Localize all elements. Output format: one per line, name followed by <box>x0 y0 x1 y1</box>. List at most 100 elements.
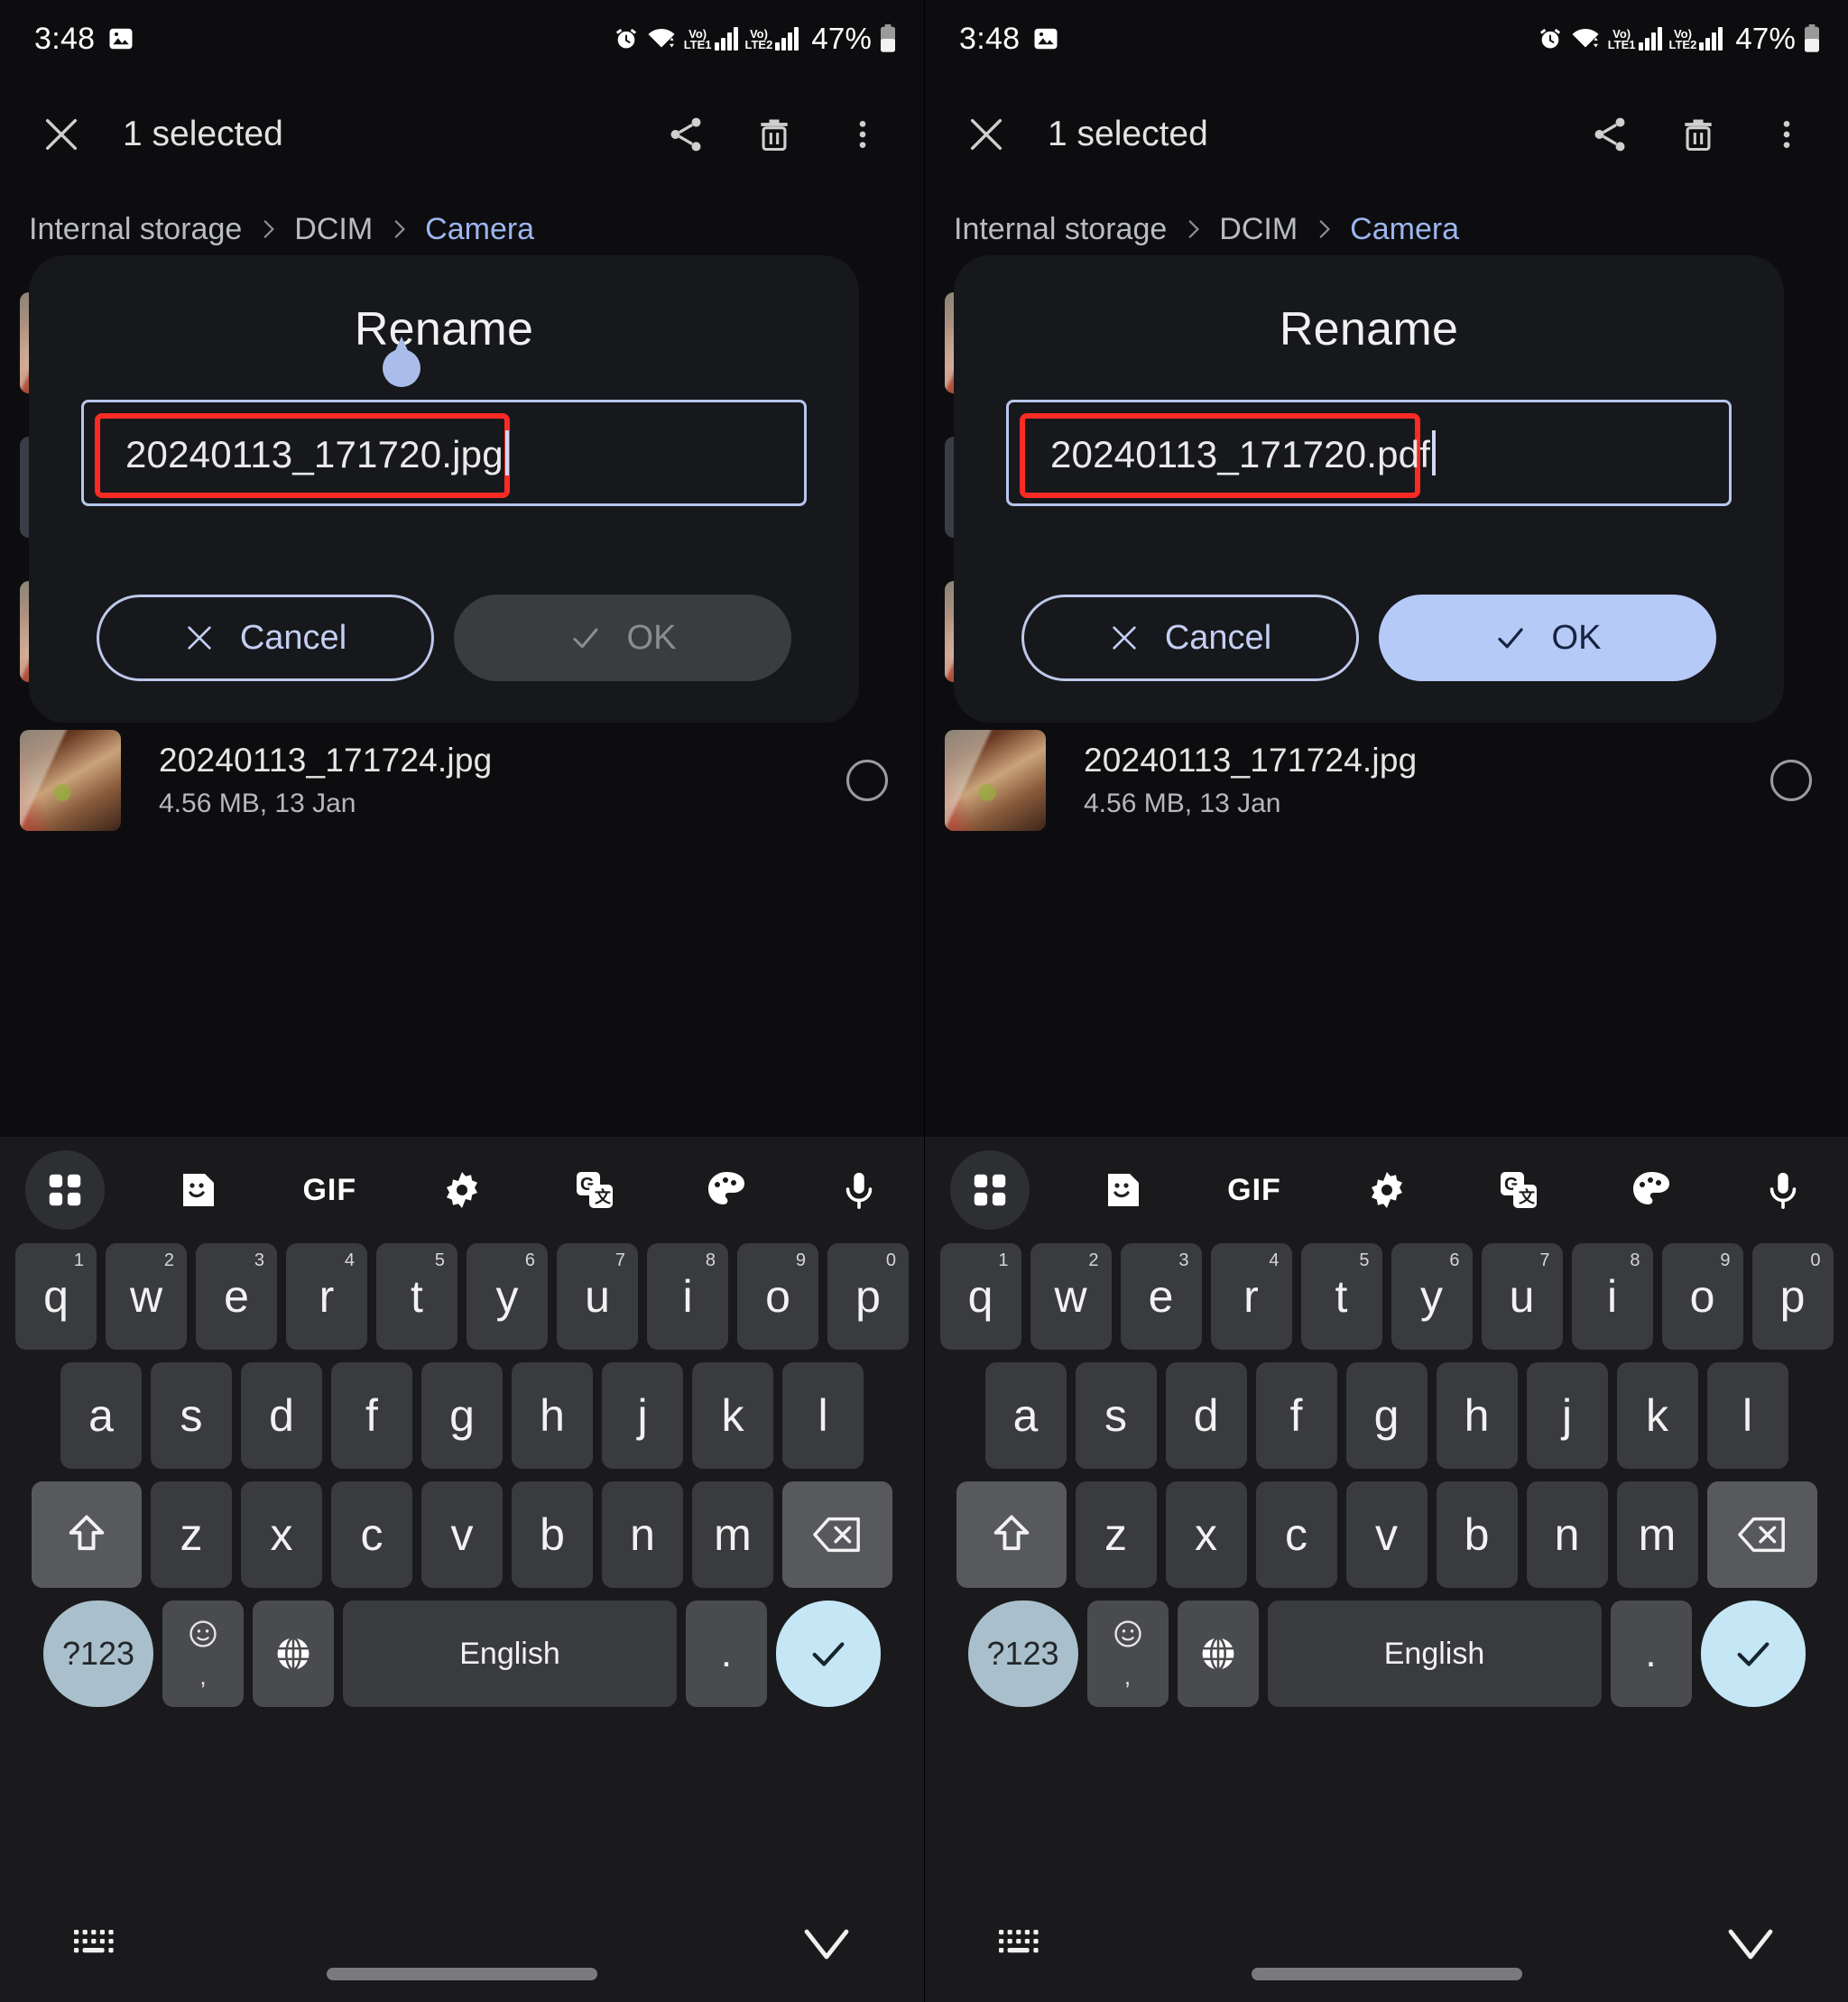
key-t[interactable]: 5t <box>376 1243 457 1350</box>
sticker-icon[interactable] <box>1083 1150 1162 1230</box>
overflow-menu-button[interactable] <box>1752 100 1821 169</box>
close-selection-button[interactable] <box>27 100 96 169</box>
delete-button[interactable] <box>740 100 808 169</box>
breadcrumb-item-camera[interactable]: Camera <box>425 212 534 247</box>
enter-key[interactable] <box>776 1601 881 1707</box>
gif-icon[interactable]: GIF <box>290 1150 369 1230</box>
key-z[interactable]: z <box>1075 1481 1157 1588</box>
key-i[interactable]: 8i <box>647 1243 728 1350</box>
key-k[interactable]: k <box>1616 1362 1698 1469</box>
key-l[interactable]: l <box>1706 1362 1788 1469</box>
numeric-switch-key[interactable]: ?123 <box>43 1601 153 1707</box>
share-button[interactable] <box>651 100 720 169</box>
row-select-radio[interactable] <box>846 760 888 801</box>
key-s[interactable]: s <box>151 1362 232 1469</box>
key-d[interactable]: d <box>241 1362 322 1469</box>
delete-button[interactable] <box>1664 100 1732 169</box>
key-g[interactable]: g <box>1345 1362 1428 1469</box>
row-select-radio[interactable] <box>1770 760 1812 801</box>
key-a[interactable]: a <box>984 1362 1067 1469</box>
table-row[interactable]: 20240113_171724.jpg 4.56 MB, 13 Jan <box>925 704 1848 857</box>
key-m[interactable]: m <box>692 1481 773 1588</box>
cancel-button[interactable]: Cancel <box>1021 595 1359 681</box>
backspace-key[interactable] <box>782 1481 892 1588</box>
translate-icon[interactable]: G文 <box>1479 1150 1558 1230</box>
rename-input-field[interactable]: 20240113_171720.pdf <box>1006 400 1732 506</box>
key-e[interactable]: 3e <box>196 1243 277 1350</box>
emoji-comma-key[interactable]: , <box>162 1601 244 1707</box>
rename-input-field[interactable]: 20240113_171720.jpg <box>81 400 807 506</box>
key-l[interactable]: l <box>782 1362 864 1469</box>
period-key[interactable]: . <box>1610 1601 1692 1707</box>
language-switch-key[interactable] <box>253 1601 334 1707</box>
breadcrumb-item-internal-storage[interactable]: Internal storage <box>954 212 1167 247</box>
emoji-comma-key[interactable]: , <box>1086 1601 1169 1707</box>
key-v[interactable]: v <box>421 1481 503 1588</box>
breadcrumb-item-dcim[interactable]: DCIM <box>294 212 373 247</box>
key-f[interactable]: f <box>331 1362 412 1469</box>
gif-icon[interactable]: GIF <box>1215 1150 1294 1230</box>
space-key[interactable]: English <box>1267 1601 1602 1707</box>
palette-icon[interactable] <box>1612 1150 1691 1230</box>
breadcrumb-item-dcim[interactable]: DCIM <box>1219 212 1298 247</box>
key-o[interactable]: 9o <box>737 1243 818 1350</box>
key-j[interactable]: j <box>602 1362 683 1469</box>
key-s[interactable]: s <box>1075 1362 1157 1469</box>
numeric-switch-key[interactable]: ?123 <box>967 1601 1078 1707</box>
table-row[interactable]: 20240113_171724.jpg 4.56 MB, 13 Jan <box>0 704 924 857</box>
key-a[interactable]: a <box>60 1362 142 1469</box>
palette-icon[interactable] <box>687 1150 766 1230</box>
apps-grid-icon[interactable] <box>950 1150 1030 1230</box>
keyboard-toggle-icon[interactable] <box>997 1926 1040 1962</box>
period-key[interactable]: . <box>686 1601 767 1707</box>
gear-icon[interactable] <box>422 1150 502 1230</box>
key-h[interactable]: h <box>512 1362 593 1469</box>
home-gesture-pill[interactable] <box>1251 1968 1522 1980</box>
sticker-icon[interactable] <box>158 1150 237 1230</box>
apps-grid-icon[interactable] <box>25 1150 105 1230</box>
key-z[interactable]: z <box>151 1481 232 1588</box>
home-gesture-pill[interactable] <box>327 1968 597 1980</box>
key-k[interactable]: k <box>692 1362 773 1469</box>
cancel-button[interactable]: Cancel <box>97 595 434 681</box>
key-x[interactable]: x <box>241 1481 322 1588</box>
chevron-down-icon[interactable] <box>1727 1925 1774 1963</box>
key-w[interactable]: 2w <box>1030 1243 1112 1350</box>
key-v[interactable]: v <box>1345 1481 1428 1588</box>
key-n[interactable]: n <box>1526 1481 1608 1588</box>
translate-icon[interactable]: G文 <box>555 1150 634 1230</box>
key-r[interactable]: 4r <box>1210 1243 1292 1350</box>
key-x[interactable]: x <box>1165 1481 1247 1588</box>
key-y[interactable]: 6y <box>467 1243 548 1350</box>
shift-key[interactable] <box>32 1481 142 1588</box>
chevron-down-icon[interactable] <box>803 1925 850 1963</box>
microphone-icon[interactable] <box>1743 1150 1823 1230</box>
key-o[interactable]: 9o <box>1661 1243 1743 1350</box>
key-c[interactable]: c <box>1255 1481 1337 1588</box>
key-u[interactable]: 7u <box>1481 1243 1563 1350</box>
text-cursor-handle[interactable] <box>383 349 420 387</box>
key-h[interactable]: h <box>1436 1362 1518 1469</box>
microphone-icon[interactable] <box>819 1150 899 1230</box>
key-q[interactable]: 1q <box>15 1243 97 1350</box>
breadcrumb-item-camera[interactable]: Camera <box>1350 212 1459 247</box>
key-p[interactable]: 0p <box>1751 1243 1834 1350</box>
key-q[interactable]: 1q <box>939 1243 1021 1350</box>
key-i[interactable]: 8i <box>1571 1243 1653 1350</box>
key-w[interactable]: 2w <box>106 1243 187 1350</box>
ok-button[interactable]: OK <box>454 595 791 681</box>
key-d[interactable]: d <box>1165 1362 1247 1469</box>
key-j[interactable]: j <box>1526 1362 1608 1469</box>
language-switch-key[interactable] <box>1177 1601 1259 1707</box>
enter-key[interactable] <box>1700 1601 1806 1707</box>
ok-button[interactable]: OK <box>1379 595 1716 681</box>
key-g[interactable]: g <box>421 1362 503 1469</box>
key-y[interactable]: 6y <box>1391 1243 1473 1350</box>
key-e[interactable]: 3e <box>1120 1243 1202 1350</box>
key-u[interactable]: 7u <box>557 1243 638 1350</box>
key-m[interactable]: m <box>1616 1481 1698 1588</box>
shift-key[interactable] <box>956 1481 1067 1588</box>
keyboard-toggle-icon[interactable] <box>72 1926 116 1962</box>
key-b[interactable]: b <box>1436 1481 1518 1588</box>
gear-icon[interactable] <box>1347 1150 1427 1230</box>
